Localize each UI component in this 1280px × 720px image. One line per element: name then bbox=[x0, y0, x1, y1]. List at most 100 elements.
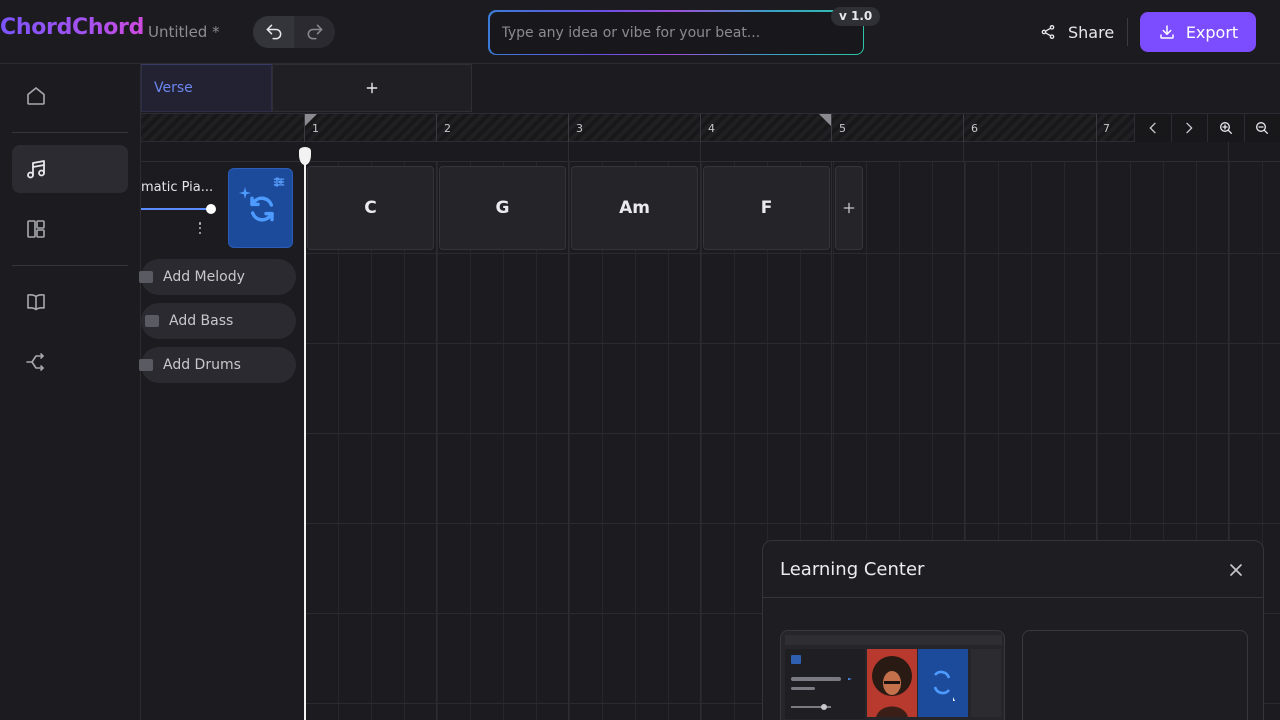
bar-tick bbox=[304, 114, 305, 142]
add-chord-button[interactable] bbox=[835, 166, 863, 250]
redo-icon bbox=[307, 24, 322, 40]
volume-slider-track[interactable] bbox=[141, 208, 211, 210]
add-melody-button[interactable]: Add Melody bbox=[139, 259, 296, 295]
app-logo[interactable]: ChordChord bbox=[0, 15, 144, 40]
plus-icon bbox=[843, 202, 855, 214]
volume-slider-handle[interactable] bbox=[206, 204, 216, 214]
add-bass-label: Add Bass bbox=[169, 313, 234, 329]
bar-number: 2 bbox=[444, 122, 451, 135]
zoom-in-icon bbox=[1219, 122, 1232, 134]
sidebar-item-layout[interactable] bbox=[12, 205, 128, 253]
redo-button[interactable] bbox=[294, 16, 335, 48]
bar-number: 1 bbox=[312, 122, 319, 135]
plus-icon bbox=[366, 82, 378, 94]
chord-block[interactable]: Am bbox=[571, 166, 698, 250]
home-icon bbox=[27, 87, 45, 105]
top-bar: ChordChord Untitled * v 1.0 Share Export bbox=[0, 0, 1280, 64]
chevron-left-icon bbox=[1149, 122, 1156, 134]
sidebar-divider bbox=[12, 132, 128, 133]
sidebar-item-music[interactable] bbox=[12, 145, 128, 193]
bar-number: 5 bbox=[839, 122, 846, 135]
undo-icon bbox=[266, 24, 281, 40]
sidebar-item-learn[interactable] bbox=[12, 278, 128, 326]
regenerate-icon bbox=[250, 196, 274, 222]
export-button[interactable]: Export bbox=[1140, 12, 1256, 52]
grid-row-divider bbox=[305, 523, 1280, 524]
undo-redo-group bbox=[253, 16, 335, 48]
sub-ruler bbox=[141, 142, 1280, 162]
book-icon bbox=[27, 294, 45, 311]
grid-row-divider bbox=[305, 343, 1280, 344]
ruler-controls bbox=[1134, 114, 1280, 142]
instrument-tile[interactable] bbox=[228, 168, 293, 248]
loop-end-marker[interactable] bbox=[819, 114, 831, 126]
tutorial-card[interactable] bbox=[780, 630, 1005, 720]
learning-center-panel: Learning Center bbox=[762, 540, 1264, 720]
zoom-out-button[interactable] bbox=[1243, 114, 1280, 142]
header-divider bbox=[1127, 18, 1128, 46]
tab-verse[interactable]: Verse bbox=[141, 64, 272, 112]
add-drums-button[interactable]: Add Drums bbox=[139, 347, 296, 383]
bar-tick bbox=[1096, 114, 1097, 142]
sliders-icon bbox=[273, 177, 285, 187]
close-icon bbox=[1230, 564, 1242, 576]
add-bass-button[interactable]: Add Bass bbox=[141, 303, 296, 339]
share-button[interactable]: Share bbox=[1030, 14, 1124, 50]
sidebar-item-home[interactable] bbox=[12, 72, 128, 120]
document-title[interactable]: Untitled * bbox=[148, 23, 220, 41]
bar-tick bbox=[1096, 142, 1097, 162]
share-icon bbox=[1041, 25, 1055, 39]
bar-line bbox=[568, 162, 569, 720]
export-label: Export bbox=[1185, 22, 1239, 42]
prompt-field-wrapper bbox=[488, 10, 864, 55]
playhead-line bbox=[304, 148, 306, 720]
bar-tick bbox=[963, 114, 964, 142]
track-panel: matic Pia... bbox=[141, 162, 304, 720]
track-menu-button[interactable] bbox=[195, 220, 205, 236]
add-melody-label: Add Melody bbox=[163, 269, 245, 285]
undo-button[interactable] bbox=[253, 16, 294, 48]
bar-line bbox=[436, 162, 437, 720]
tutorial-card[interactable] bbox=[1022, 630, 1248, 720]
learning-center-header: Learning Center bbox=[763, 541, 1263, 598]
bar-tick bbox=[1228, 142, 1229, 162]
bar-tick bbox=[963, 142, 964, 162]
app-root: ChordChord Untitled * v 1.0 Share Export bbox=[0, 0, 1280, 720]
tutorial-thumbnail bbox=[785, 635, 1002, 719]
section-tab-bar: Verse bbox=[141, 64, 1280, 113]
bar-tick bbox=[568, 114, 569, 142]
music-note-icon bbox=[27, 160, 45, 179]
zoom-out-icon bbox=[1256, 122, 1269, 134]
sidebar-item-flow[interactable] bbox=[12, 338, 128, 386]
bar-number: 3 bbox=[576, 122, 583, 135]
chord-block[interactable]: C bbox=[307, 166, 434, 250]
close-button[interactable] bbox=[1226, 560, 1246, 580]
timeline-ruler[interactable]: 1 2 3 4 5 6 7 bbox=[141, 113, 1280, 142]
download-icon bbox=[1160, 25, 1174, 39]
add-section-button[interactable] bbox=[272, 64, 472, 112]
bar-tick bbox=[831, 114, 832, 142]
bar-number: 4 bbox=[708, 122, 715, 135]
scroll-left-button[interactable] bbox=[1134, 114, 1171, 142]
bar-tick bbox=[700, 142, 701, 162]
grid-row-divider bbox=[305, 253, 1280, 254]
bar-tick bbox=[700, 114, 701, 142]
bar-line bbox=[700, 162, 701, 720]
zoom-in-button[interactable] bbox=[1207, 114, 1244, 142]
sidebar-divider bbox=[12, 265, 128, 266]
folder-icon bbox=[139, 271, 153, 283]
add-drums-label: Add Drums bbox=[163, 357, 241, 373]
instrument-name[interactable]: matic Pia... bbox=[141, 180, 221, 195]
bar-tick bbox=[568, 142, 569, 162]
chord-block[interactable]: F bbox=[703, 166, 830, 250]
share-flow-icon bbox=[26, 353, 44, 371]
grid-row-divider bbox=[305, 433, 1280, 434]
prompt-field-inner bbox=[489, 11, 863, 54]
bar-number: 7 bbox=[1103, 122, 1110, 135]
scroll-right-button[interactable] bbox=[1170, 114, 1208, 142]
share-label: Share bbox=[1068, 22, 1115, 42]
prompt-input[interactable] bbox=[501, 11, 832, 54]
learning-center-title: Learning Center bbox=[780, 558, 925, 580]
chord-block[interactable]: G bbox=[439, 166, 566, 250]
left-sidebar bbox=[0, 64, 141, 720]
